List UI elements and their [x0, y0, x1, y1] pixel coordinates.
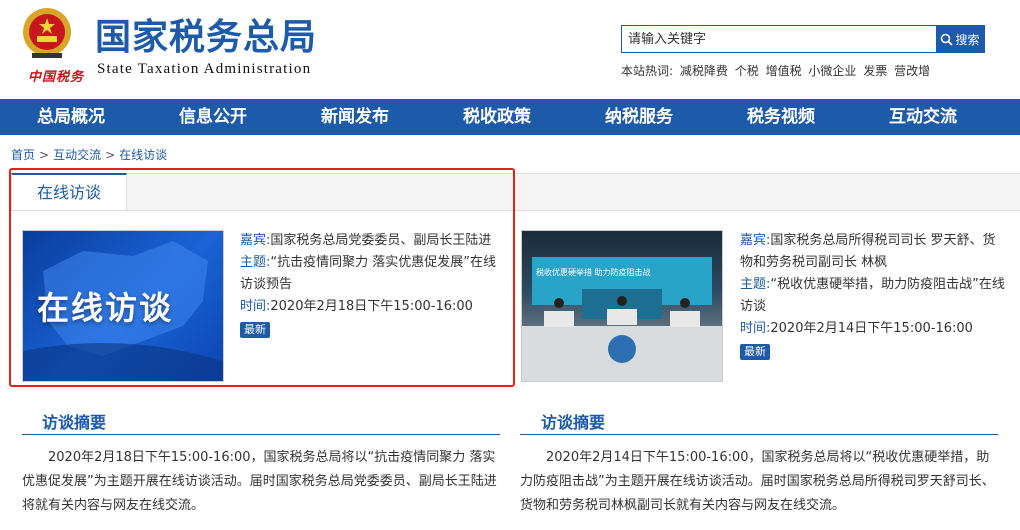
nav-item-overview[interactable]: 总局概况 [0, 99, 142, 135]
new-badge: 最新 [740, 344, 770, 360]
site-title[interactable]: 国家税务总局 [95, 16, 317, 60]
nav-item-tax-policy[interactable]: 税收政策 [426, 99, 568, 135]
interview-image-caption: 税收优惠硬举措 助力防疫阻击战 [536, 268, 651, 277]
national-tax-emblem-icon[interactable] [18, 5, 76, 63]
nav-item-tax-video[interactable]: 税务视频 [710, 99, 852, 135]
summary-divider [22, 434, 500, 435]
breadcrumb-separator: > [39, 148, 50, 162]
topic-label: 主题: [740, 277, 771, 292]
search-icon [941, 33, 954, 46]
breadcrumb-separator: > [105, 148, 116, 162]
topic-link[interactable]: “税收优惠硬举措，助力防疫阻击战”在线访谈 [740, 277, 1005, 314]
breadcrumb-home[interactable]: 首页 [11, 148, 35, 162]
time-value: 2020年2月14日下午15:00-16:00 [770, 321, 973, 336]
breadcrumb: 首页 > 互动交流 > 在线访谈 [11, 146, 167, 163]
guest-value: 国家税务总局所得税司司长 罗天舒、货物和劳务税司副司长 林枫 [740, 233, 996, 270]
hotword-link[interactable]: 减税降费 [680, 64, 728, 78]
breadcrumb-online-interview[interactable]: 在线访谈 [119, 148, 167, 162]
summary-title: 访谈摘要 [541, 413, 606, 432]
site-header: 中国税务 国家税务总局 State Taxation Administratio… [0, 0, 1020, 99]
hotwords-bar: 本站热词: 减税降费 个税 增值税 小微企业 发票 营改增 [621, 62, 933, 79]
time-label: 时间: [740, 321, 771, 336]
hotword-link[interactable]: 个税 [735, 64, 759, 78]
hotword-link[interactable]: 增值税 [766, 64, 802, 78]
hotword-link[interactable]: 营改增 [894, 64, 930, 78]
summary-text: 2020年2月18日下午15:00-16:00，国家税务总局将以“抗击疫情同聚力… [22, 450, 497, 513]
search-input[interactable] [622, 26, 936, 52]
summary-title: 访谈摘要 [42, 413, 107, 432]
breadcrumb-interaction[interactable]: 互动交流 [53, 148, 101, 162]
search-button[interactable]: 搜索 [936, 26, 984, 52]
china-tax-logo-text: 中国税务 [28, 70, 85, 85]
site-subtitle: State Taxation Administration [97, 61, 312, 77]
nav-item-news[interactable]: 新闻发布 [284, 99, 426, 135]
hotword-link[interactable]: 发票 [863, 64, 887, 78]
summary-text: 2020年2月14日下午15:00-16:00，国家税务总局将以“税收优惠硬举措… [520, 450, 995, 513]
highlight-frame [9, 168, 515, 387]
main-nav: 总局概况 信息公开 新闻发布 税收政策 纳税服务 税务视频 互动交流 [0, 99, 1020, 135]
summary-divider [520, 434, 998, 435]
interview-image-2[interactable]: 税收优惠硬举措 助力防疫阻击战 [521, 230, 723, 382]
hotword-link[interactable]: 小微企业 [808, 64, 856, 78]
hotwords-label: 本站热词: [621, 64, 674, 78]
nav-item-info-disclosure[interactable]: 信息公开 [142, 99, 284, 135]
nav-item-interaction[interactable]: 互动交流 [852, 99, 994, 135]
guest-label: 嘉宾: [740, 233, 771, 248]
studio-scene-graphic [522, 257, 722, 381]
search-box: 搜索 [621, 25, 985, 53]
search-button-label: 搜索 [955, 32, 980, 47]
interview-info-2: 嘉宾:国家税务总局所得税司司长 罗天舒、货物和劳务税司副司长 林枫 主题:“税收… [740, 230, 1005, 363]
nav-item-tax-service[interactable]: 纳税服务 [568, 99, 710, 135]
